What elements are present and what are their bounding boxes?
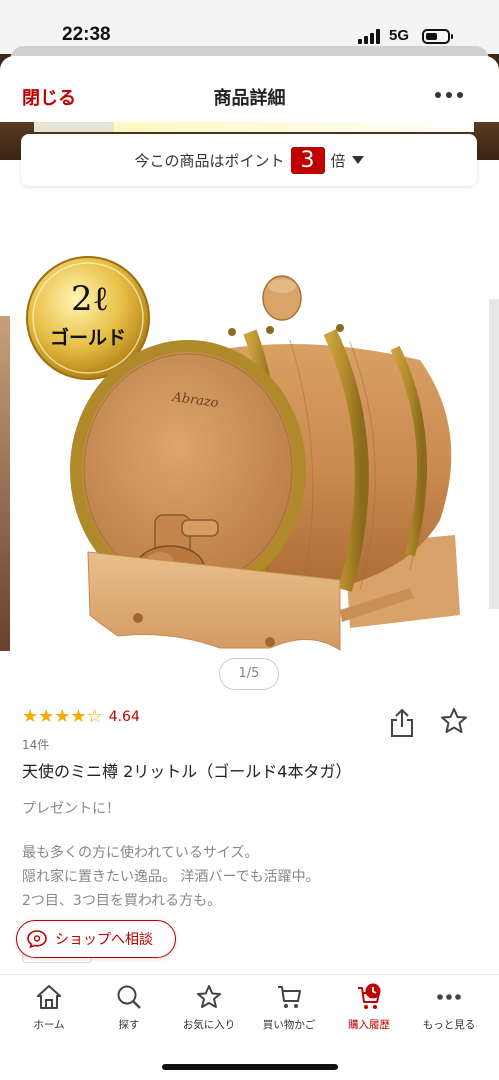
share-icon[interactable] xyxy=(389,708,415,738)
network-type: 5G xyxy=(389,27,410,44)
product-detail-sheet: 閉じる 商品詳細 今この商品はポイント 3 倍 2ℓ ゴールド Abrazo 1… xyxy=(0,56,499,1080)
product-description-line: 隠れ家に置きたい逸品。 洋酒バーでも活躍中。 xyxy=(22,869,320,885)
bottom-tab-bar: ホーム 探す お気に入り 買い物かご 購入履歴 もっと見る xyxy=(0,974,499,1080)
tab-more-label: もっと見る xyxy=(422,1019,476,1031)
star-full-icon: ★ xyxy=(54,706,71,727)
shop-consult-label: ショップへ相談 xyxy=(55,932,153,948)
star-half-icon: ☆ xyxy=(86,706,103,727)
purchase-history-icon xyxy=(358,983,381,1009)
tab-cart[interactable]: 買い物かご xyxy=(249,983,329,1032)
review-count[interactable]: 14件 xyxy=(22,736,49,753)
star-full-icon: ★ xyxy=(70,706,87,727)
product-description-line: プレゼントに！ xyxy=(22,801,120,817)
previous-image-peek xyxy=(0,316,10,651)
star-full-icon: ★ xyxy=(38,706,55,727)
favorites-star-icon xyxy=(197,985,221,1008)
product-title: 天使のミニ樽 2リットル（ゴールド4本タガ） xyxy=(22,762,352,781)
more-dots-icon xyxy=(437,994,461,1000)
signal-icon xyxy=(358,29,382,44)
page-title: 商品詳細 xyxy=(213,88,286,109)
cart-icon xyxy=(278,986,301,1008)
points-multiplier-badge: 3 xyxy=(290,146,325,174)
tab-home[interactable]: ホーム xyxy=(9,983,89,1032)
home-icon xyxy=(37,985,61,1009)
product-description-line: 最も多くの方に使われているサイズ。 xyxy=(22,845,259,861)
product-description-line: 2つ目、3つ目を買われる方も。 xyxy=(22,893,222,909)
product-image: 2ℓ ゴールド Abrazo xyxy=(26,256,460,651)
home-indicator[interactable] xyxy=(162,1064,338,1070)
badge-grade: ゴールド xyxy=(50,326,126,349)
rating-row[interactable]: ★ ★ ★ ★ ☆ 4.64 xyxy=(22,708,140,726)
tab-cart-label: 買い物かご xyxy=(262,1019,316,1031)
status-time: 22:38 xyxy=(62,24,111,45)
tab-search-label: 探す xyxy=(118,1019,140,1031)
tab-purchase-history[interactable]: 購入履歴 xyxy=(329,983,409,1032)
star-full-icon: ★ xyxy=(22,706,39,727)
favorite-star-icon[interactable] xyxy=(440,707,468,735)
next-image-peek xyxy=(489,299,499,609)
points-banner[interactable]: 今この商品はポイント 3 倍 xyxy=(21,134,477,186)
rating-value: 4.64 xyxy=(108,709,140,725)
battery-icon xyxy=(422,29,453,44)
caret-down-icon xyxy=(351,156,364,164)
search-icon xyxy=(117,985,141,1009)
tab-favorites[interactable]: お気に入り xyxy=(169,983,249,1032)
badge-capacity: 2ℓ xyxy=(71,279,109,319)
more-options-icon[interactable] xyxy=(435,86,465,102)
tab-favorites-label: お気に入り xyxy=(182,1019,236,1031)
tab-purchase-history-label: 購入履歴 xyxy=(348,1019,390,1031)
sheet-header: 閉じる 商品詳細 xyxy=(0,56,499,126)
tab-more[interactable]: もっと見る xyxy=(409,983,489,1032)
tab-search[interactable]: 探す xyxy=(89,983,169,1032)
image-pager: 1/5 xyxy=(219,658,279,690)
points-suffix: 倍 xyxy=(330,151,346,170)
shop-consult-button[interactable]: ショップへ相談 xyxy=(16,920,176,958)
points-prefix: 今この商品はポイント xyxy=(134,151,285,170)
tab-home-label: ホーム xyxy=(33,1019,65,1031)
product-image-carousel[interactable]: 2ℓ ゴールド Abrazo xyxy=(0,190,499,656)
chat-icon xyxy=(27,930,47,948)
